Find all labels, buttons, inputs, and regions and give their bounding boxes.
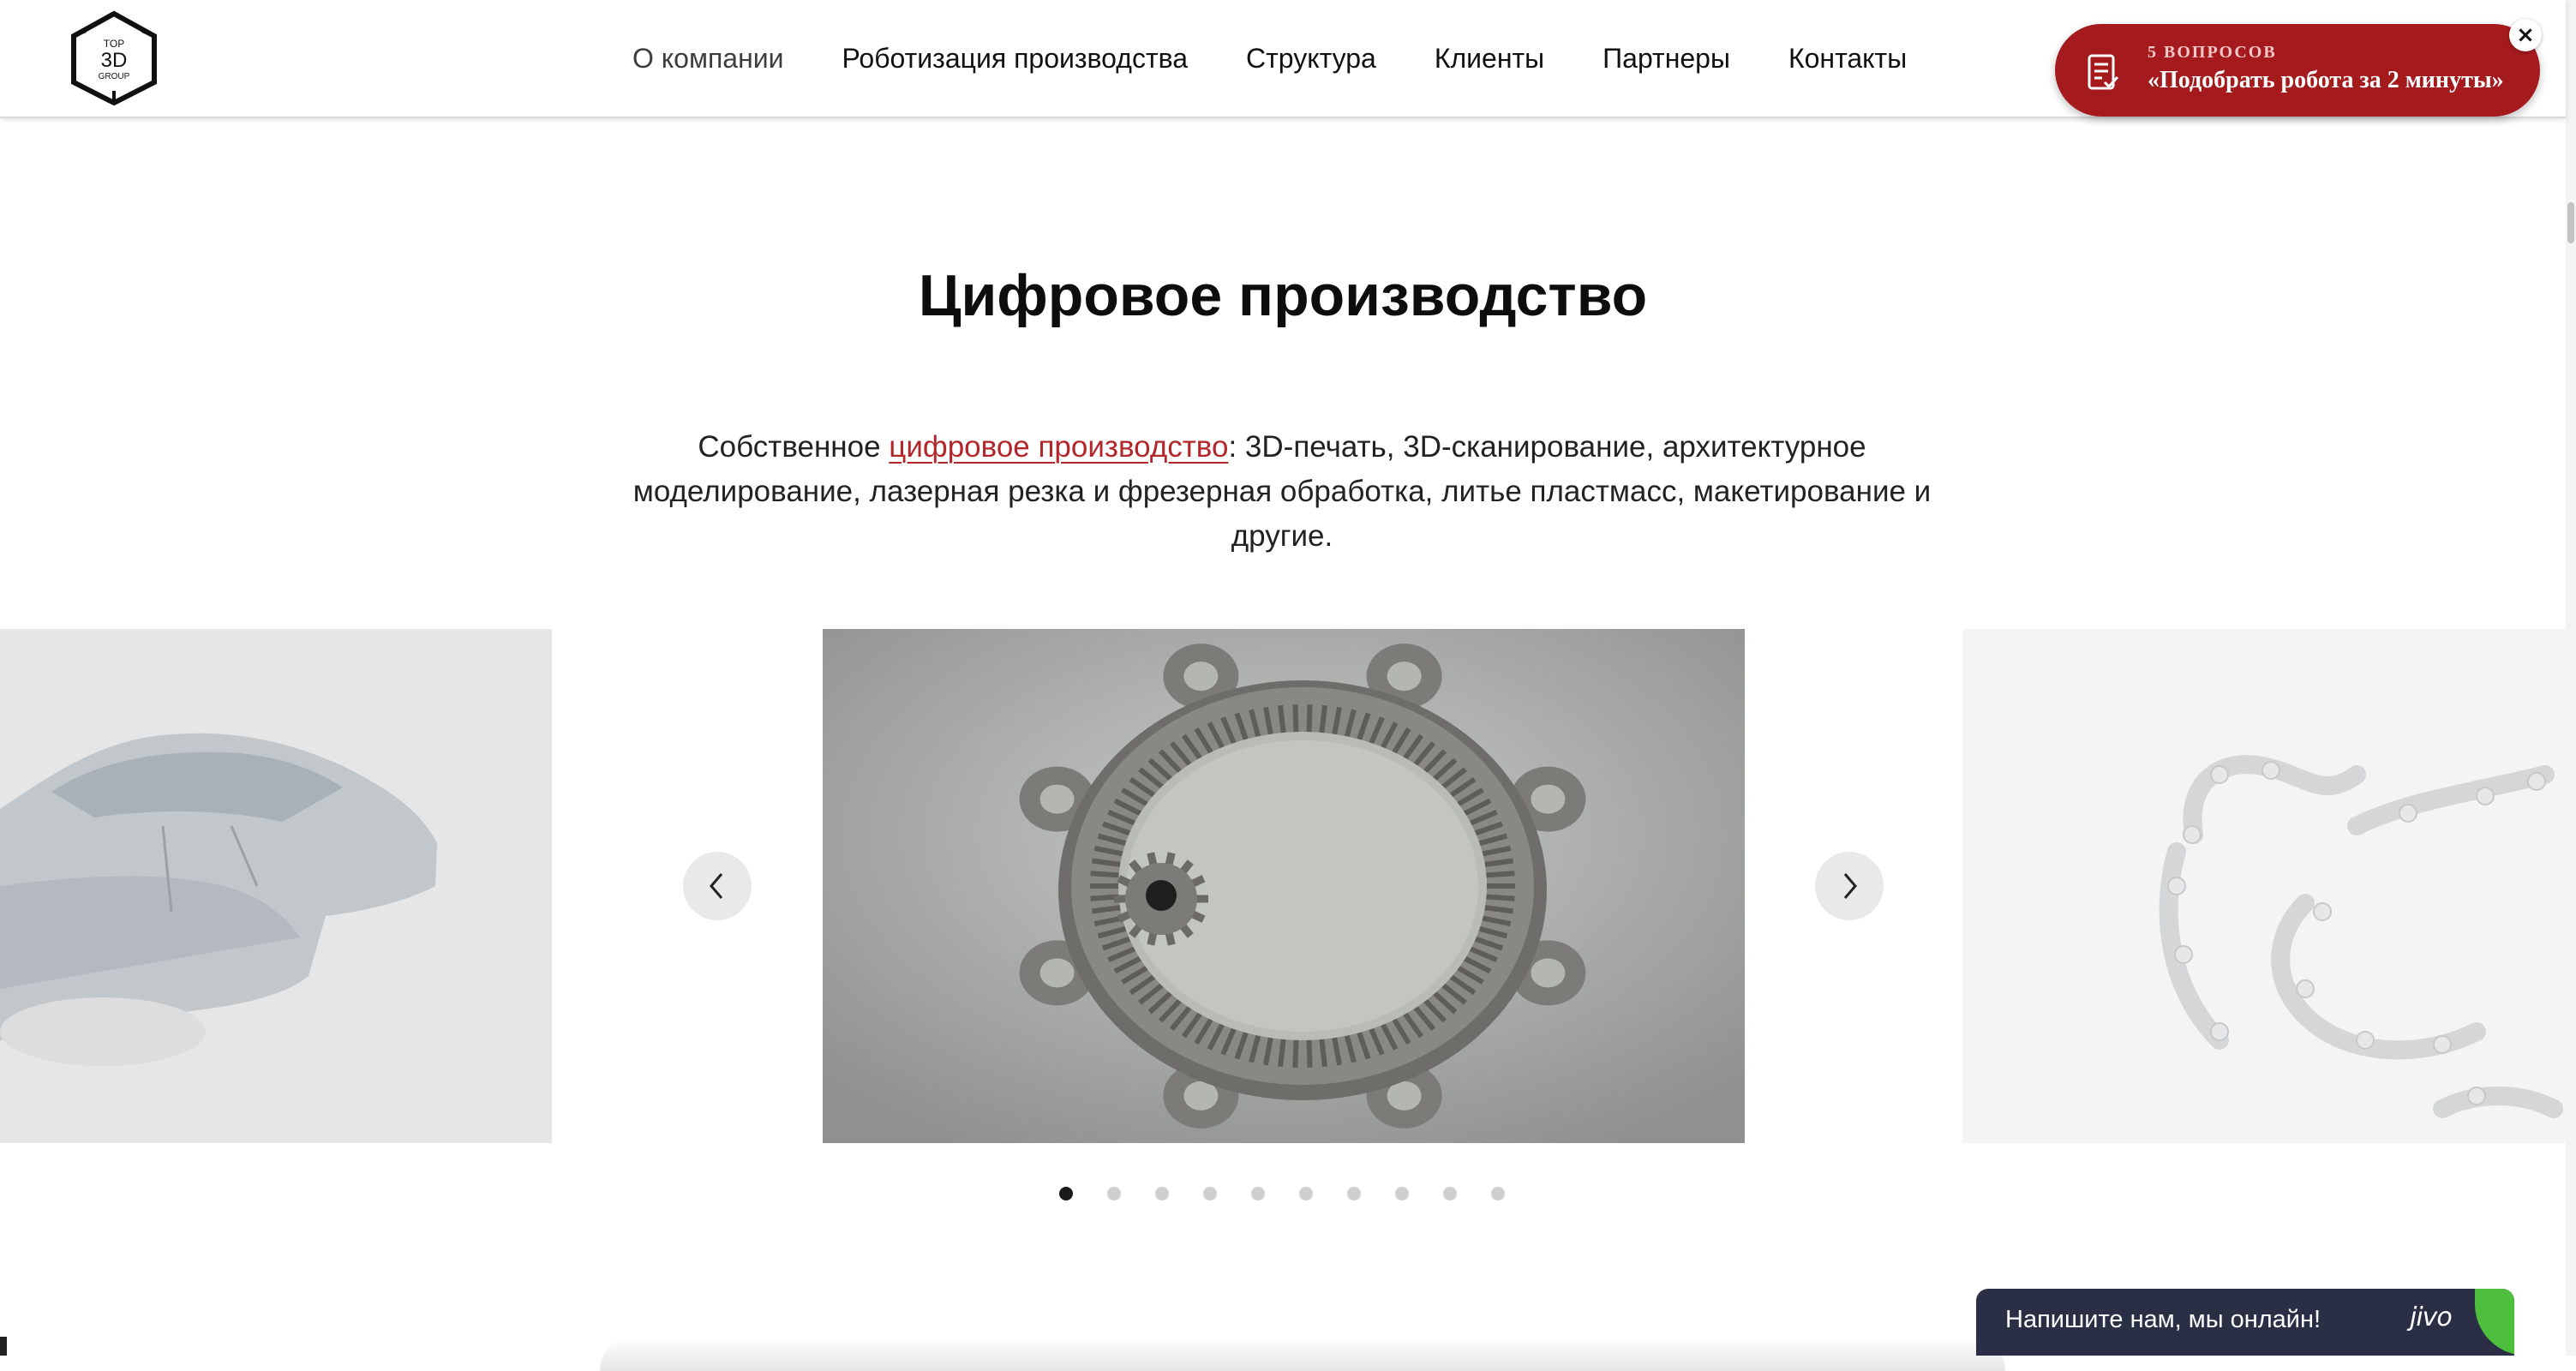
slider-dot[interactable] <box>1491 1187 1505 1200</box>
nav-item-clients[interactable]: Клиенты <box>1435 38 1544 79</box>
online-indicator <box>2475 1289 2514 1356</box>
scrollbar-thumb[interactable] <box>2567 202 2574 243</box>
slider-dot[interactable] <box>1443 1187 1457 1200</box>
chevron-left-icon <box>710 873 723 899</box>
gear-ring-image <box>823 629 1745 1143</box>
slider-prev-button[interactable] <box>683 852 752 920</box>
slider-dot[interactable] <box>1395 1187 1409 1200</box>
page-scrollbar[interactable] <box>2566 0 2576 1356</box>
nav-item-partners[interactable]: Партнеры <box>1603 38 1730 79</box>
page-edge <box>0 1337 7 1356</box>
slider-dot[interactable] <box>1299 1187 1313 1200</box>
company-logo[interactable]: TOP 3D GROUP <box>65 9 163 108</box>
quiz-subtitle: 5 ВОПРОСОВ <box>2148 43 2277 62</box>
slide-dental-aligners[interactable] <box>1962 629 2566 1143</box>
quiz-button[interactable]: 5 ВОПРОСОВ «Подобрать робота за 2 минуты… <box>2055 24 2540 117</box>
jivo-logo: jivo <box>2410 1302 2453 1332</box>
slider-dot[interactable] <box>1059 1187 1073 1200</box>
chat-widget[interactable]: Напишите нам, мы онлайн! jivo <box>1976 1289 2514 1356</box>
logo-hexagon-icon: TOP 3D GROUP <box>71 10 157 106</box>
slider-dot[interactable] <box>1155 1187 1169 1200</box>
chat-label: Напишите нам, мы онлайн! <box>2005 1306 2321 1333</box>
svg-text:GROUP: GROUP <box>99 72 130 81</box>
section-description: Собственное цифровое производство: 3D-пе… <box>624 425 1940 559</box>
slider-dot[interactable] <box>1251 1187 1265 1200</box>
slide-car-body[interactable] <box>0 629 552 1143</box>
nav-item-about[interactable]: О компании <box>632 38 783 79</box>
desc-text-start: Собственное <box>698 430 890 464</box>
next-section-edge <box>600 1337 2005 1371</box>
digital-production-link[interactable]: цифровое производство <box>889 430 1228 464</box>
close-icon[interactable]: × <box>2509 19 2542 51</box>
slider-dot[interactable] <box>1107 1187 1121 1200</box>
slider-next-button[interactable] <box>1815 852 1884 920</box>
slider-dot[interactable] <box>1203 1187 1217 1200</box>
slide-gear-ring[interactable] <box>823 629 1745 1143</box>
main-nav: О компании Роботизация производства Стру… <box>632 38 1965 79</box>
car-body-image <box>0 629 552 1143</box>
slider-dot[interactable] <box>1347 1187 1361 1200</box>
section-title: Цифровое производство <box>918 263 1648 328</box>
nav-item-structure[interactable]: Структура <box>1246 38 1376 79</box>
checklist-icon <box>2088 54 2119 90</box>
nav-item-contacts[interactable]: Контакты <box>1788 38 1907 79</box>
dental-aligners-image <box>1962 629 2566 1143</box>
nav-item-robotization[interactable]: Роботизация производства <box>842 38 1188 79</box>
slider-pagination <box>1059 1187 1539 1200</box>
site-header: TOP 3D GROUP О компании Роботизация прои… <box>0 0 2566 118</box>
quiz-title: «Подобрать робота за 2 минуты» <box>2148 67 2504 93</box>
chevron-right-icon <box>1843 873 1857 899</box>
svg-text:3D: 3D <box>101 49 128 72</box>
svg-text:TOP: TOP <box>104 38 124 50</box>
